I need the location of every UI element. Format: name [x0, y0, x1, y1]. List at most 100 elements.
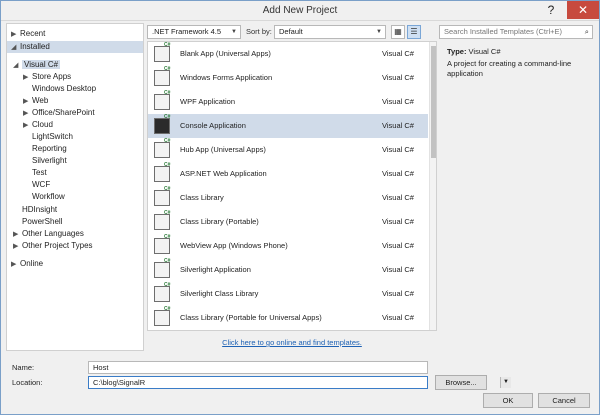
tree-item-store-apps[interactable]: ▶ Store Apps [23, 71, 71, 83]
silverlight-application-icon [154, 258, 170, 278]
template-language: Visual C# [382, 313, 414, 322]
template-search-input[interactable]: Search Installed Templates (Ctrl+E) ⌕ [439, 25, 593, 39]
tree-item-label: Visual C# [22, 60, 61, 69]
name-label: Name: [12, 363, 35, 372]
template-row[interactable]: Silverlight Application Visual C# [148, 258, 428, 282]
template-name: ASP.NET Web Application [180, 169, 267, 178]
list-view-button[interactable]: ☰ [407, 25, 421, 39]
template-details-panel: Type: Visual C# A project for creating a… [441, 41, 599, 331]
template-category-tree: ▶ Recent ◢ Installed ◢ Visual C# ▶ Store App… [6, 23, 144, 351]
template-language: Visual C# [382, 193, 414, 202]
framework-value: .NET Framework 4.5 [152, 27, 222, 36]
ok-button[interactable]: OK [483, 393, 533, 408]
expand-icon[interactable]: ▶ [23, 120, 32, 132]
close-button[interactable]: ✕ [567, 1, 599, 19]
chevron-down-icon: ▼ [376, 29, 382, 35]
console-application-icon [154, 114, 170, 134]
tree-item-recent[interactable]: ▶ Recent [11, 28, 143, 40]
project-form: Name: Host Location: C:\blog\SignalR ▼ B… [6, 356, 596, 414]
tree-item-web[interactable]: ▶ Web [23, 95, 48, 107]
tree-item-label: Test [32, 168, 47, 177]
tree-item-other-languages[interactable]: ▶ Other Languages [13, 228, 84, 240]
tree-item-label: Windows Desktop [32, 84, 97, 93]
template-name: WPF Application [180, 97, 236, 106]
template-toolbar: .NET Framework 4.5 ▼ Sort by: Default ▼ … [147, 23, 599, 41]
sort-select[interactable]: Default ▼ [274, 25, 386, 39]
template-language: Visual C# [382, 49, 414, 58]
tree-item-lightswitch[interactable]: LightSwitch [32, 131, 73, 143]
tree-item-label: Reporting [32, 144, 67, 153]
class-library-portable-icon [154, 210, 170, 230]
tree-item-hdinsight[interactable]: HDInsight [22, 204, 57, 216]
template-row[interactable]: WPF Application Visual C# [148, 90, 428, 114]
tree-item-label: Installed [20, 42, 50, 51]
collapse-icon[interactable]: ◢ [13, 60, 22, 72]
tree-item-cloud[interactable]: ▶ Cloud [23, 119, 53, 131]
location-input[interactable]: C:\blog\SignalR ▼ [88, 376, 511, 389]
dialog-title: Add New Project [262, 5, 338, 16]
tree-item-visual-csharp[interactable]: ◢ Visual C# [13, 59, 141, 71]
tree-item-installed[interactable]: ◢ Installed [7, 41, 143, 53]
scrollbar-thumb[interactable] [431, 46, 436, 158]
tree-item-test[interactable]: Test [32, 167, 47, 179]
expand-icon[interactable]: ▶ [11, 259, 20, 271]
class-library-icon [154, 186, 170, 206]
template-row[interactable]: ASP.NET Web Application Visual C# [148, 162, 428, 186]
expand-icon[interactable]: ▶ [13, 241, 22, 253]
template-row[interactable]: Silverlight Class Library Visual C# [148, 282, 428, 306]
expand-icon[interactable]: ▶ [11, 29, 20, 41]
search-placeholder: Search Installed Templates (Ctrl+E) [444, 27, 563, 36]
template-name: Class Library [180, 193, 224, 202]
tree-item-silverlight[interactable]: Silverlight [32, 155, 67, 167]
tree-item-label: HDInsight [22, 205, 58, 214]
list-view-icon: ☰ [410, 27, 418, 36]
tree-item-office-sharepoint[interactable]: ▶ Office/SharePoint [23, 107, 95, 119]
template-description: A project for creating a command-line ap… [447, 59, 572, 78]
tree-item-powershell[interactable]: PowerShell [22, 216, 62, 228]
tree-item-online[interactable]: ▶ Online [11, 258, 43, 270]
search-icon[interactable]: ⌕ [585, 26, 589, 38]
tree-item-label: PowerShell [22, 217, 63, 226]
template-row[interactable]: Windows Forms Application Visual C# [148, 66, 428, 90]
silverlight-class-library-icon [154, 282, 170, 302]
template-row[interactable]: Class Library (Portable) Visual C# [148, 210, 428, 234]
project-name-input[interactable]: Host [88, 361, 428, 374]
chevron-down-icon[interactable]: ▼ [500, 377, 511, 388]
blank-app-icon [154, 42, 170, 62]
template-type: Type: Visual C# [447, 47, 501, 56]
tree-item-label: Workflow [32, 192, 65, 201]
add-new-project-dialog: Add New Project ? ✕ ▶ Recent ◢ Installed ◢… [0, 0, 600, 415]
template-row-selected[interactable]: Console Application Visual C# [148, 114, 428, 138]
tree-item-windows-desktop[interactable]: Windows Desktop [32, 83, 96, 95]
template-name: Class Library (Portable for Universal Ap… [180, 313, 322, 322]
template-row[interactable]: WebView App (Windows Phone) Visual C# [148, 234, 428, 258]
collapse-icon[interactable]: ◢ [11, 42, 20, 54]
medium-icons-view-button[interactable]: ▦ [391, 25, 405, 39]
cancel-button[interactable]: Cancel [538, 393, 590, 408]
tree-item-reporting[interactable]: Reporting [32, 143, 67, 155]
tree-item-other-project-types[interactable]: ▶ Other Project Types [13, 240, 93, 252]
hub-app-icon [154, 138, 170, 158]
template-language: Visual C# [382, 97, 414, 106]
aspnet-web-application-icon [154, 162, 170, 182]
template-row[interactable]: Hub App (Universal Apps) Visual C# [148, 138, 428, 162]
tree-item-workflow[interactable]: Workflow [32, 191, 65, 203]
template-language: Visual C# [382, 265, 414, 274]
tree-item-label: Store Apps [32, 72, 72, 81]
template-row[interactable]: Class Library Visual C# [148, 186, 428, 210]
tree-item-label: Other Languages [22, 229, 84, 238]
title-bar: Add New Project ? ✕ [1, 1, 599, 21]
template-row[interactable]: Class Library (Portable for Universal Ap… [148, 306, 428, 330]
template-list-scrollbar[interactable] [429, 42, 436, 330]
template-name: Console Application [180, 121, 246, 130]
expand-icon[interactable]: ▶ [23, 72, 32, 84]
chevron-down-icon: ▼ [231, 29, 237, 35]
tree-item-wcf[interactable]: WCF [32, 179, 50, 191]
webview-app-icon [154, 234, 170, 254]
online-templates-link[interactable]: Click here to go online and find templat… [147, 338, 437, 347]
template-row[interactable]: Blank App (Universal Apps) Visual C# [148, 42, 428, 66]
browse-button[interactable]: Browse... [435, 375, 487, 390]
framework-select[interactable]: .NET Framework 4.5 ▼ [147, 25, 241, 39]
template-language: Visual C# [382, 145, 414, 154]
help-button[interactable]: ? [537, 1, 565, 19]
